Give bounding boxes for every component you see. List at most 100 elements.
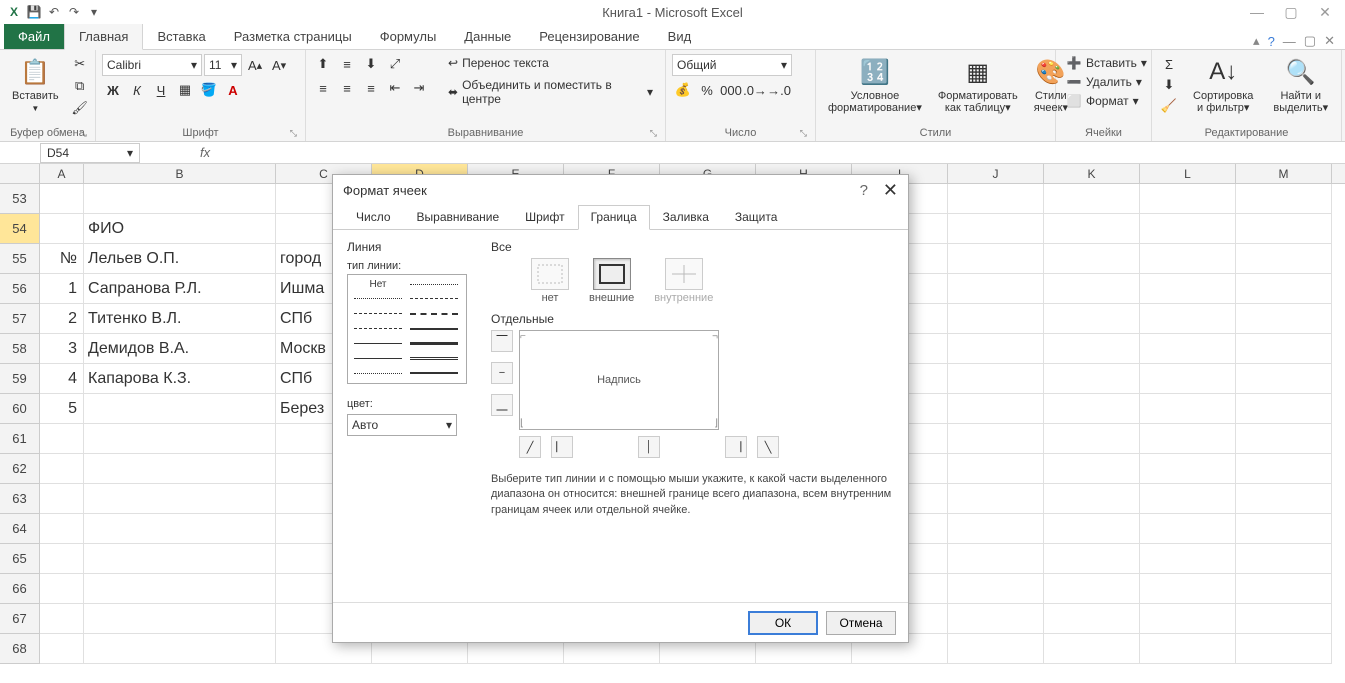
cell[interactable] [1236, 244, 1332, 274]
shrink-font-button[interactable]: A▾ [268, 55, 290, 75]
comma-button[interactable]: 000 [720, 80, 742, 100]
row-header[interactable]: 68 [0, 634, 40, 664]
find-select-button[interactable]: 🔍Найти и выделить▾ [1266, 54, 1335, 116]
cell[interactable] [84, 484, 276, 514]
cell[interactable] [1236, 304, 1332, 334]
dialog-titlebar[interactable]: Формат ячеек ? ✕ [333, 175, 908, 205]
cell[interactable] [948, 604, 1044, 634]
border-right-button[interactable]: ⎹ [725, 436, 747, 458]
border-left-button[interactable]: ⎸ [551, 436, 573, 458]
cell[interactable] [1044, 394, 1140, 424]
cell[interactable] [1140, 184, 1236, 214]
fill-button[interactable]: ⬇ [1158, 75, 1180, 95]
cell[interactable] [1044, 304, 1140, 334]
cell[interactable] [40, 424, 84, 454]
font-name-select[interactable]: Calibri▾ [102, 54, 202, 76]
font-size-select[interactable]: 11▾ [204, 54, 242, 76]
preset-outline[interactable]: внешние [589, 258, 634, 304]
merge-center-button[interactable]: ⬌Объединить и поместить в центре▾ [442, 76, 659, 108]
ribbon-min-icon[interactable]: ▴ [1253, 33, 1260, 49]
column-header[interactable]: A [40, 164, 84, 183]
minimize-button[interactable]: — [1247, 3, 1267, 21]
cell[interactable] [1236, 574, 1332, 604]
cell[interactable] [948, 184, 1044, 214]
fx-icon[interactable]: fx [200, 145, 210, 160]
line-style-option[interactable] [406, 322, 462, 336]
cell[interactable] [40, 544, 84, 574]
cell[interactable]: 4 [40, 364, 84, 394]
cell[interactable] [1140, 604, 1236, 634]
row-header[interactable]: 54 [0, 214, 40, 244]
cell[interactable] [1140, 364, 1236, 394]
maximize-button[interactable]: ▢ [1281, 3, 1301, 21]
cell[interactable] [1236, 424, 1332, 454]
decrease-decimal-button[interactable]: →.0 [768, 80, 790, 100]
column-header[interactable]: K [1044, 164, 1140, 183]
cell[interactable] [1140, 334, 1236, 364]
cell[interactable] [1140, 214, 1236, 244]
cell[interactable] [948, 274, 1044, 304]
cell[interactable] [1140, 274, 1236, 304]
underline-button[interactable]: Ч [150, 80, 172, 100]
row-header[interactable]: 59 [0, 364, 40, 394]
cell[interactable] [1140, 304, 1236, 334]
cell[interactable] [948, 394, 1044, 424]
launcher-icon[interactable]: ⤡ [80, 128, 87, 139]
row-header[interactable]: 53 [0, 184, 40, 214]
preset-none[interactable]: нет [531, 258, 569, 304]
formula-input[interactable] [218, 143, 1345, 163]
line-style-option[interactable] [406, 366, 462, 380]
cell[interactable] [1140, 544, 1236, 574]
row-header[interactable]: 61 [0, 424, 40, 454]
cell[interactable]: № [40, 244, 84, 274]
column-header[interactable]: B [84, 164, 276, 183]
row-header[interactable]: 63 [0, 484, 40, 514]
cell[interactable]: Капарова К.З. [84, 364, 276, 394]
percent-button[interactable]: % [696, 80, 718, 100]
row-header[interactable]: 67 [0, 604, 40, 634]
cell[interactable] [1236, 484, 1332, 514]
tab-data[interactable]: Данные [450, 24, 525, 49]
name-box[interactable]: D54▾ [40, 143, 140, 163]
cell[interactable]: Лельев О.П. [84, 244, 276, 274]
launcher-icon[interactable]: ⤡ [650, 128, 657, 139]
grow-font-button[interactable]: A▴ [244, 55, 266, 75]
border-vmiddle-button[interactable]: │ [638, 436, 660, 458]
clear-button[interactable]: 🧹 [1158, 96, 1180, 116]
align-left-button[interactable]: ≡ [312, 78, 334, 98]
cell[interactable] [1044, 574, 1140, 604]
line-style-option[interactable] [406, 351, 462, 365]
cell[interactable] [40, 214, 84, 244]
increase-decimal-button[interactable]: .0→ [744, 80, 766, 100]
preset-inside[interactable]: внутренние [654, 258, 713, 304]
cell[interactable] [1044, 184, 1140, 214]
cell[interactable] [1236, 274, 1332, 304]
cell[interactable]: 1 [40, 274, 84, 304]
border-diag-up-button[interactable]: ╱ [519, 436, 541, 458]
cell[interactable] [40, 574, 84, 604]
cell[interactable] [1044, 364, 1140, 394]
cell[interactable] [948, 214, 1044, 244]
cell[interactable] [84, 634, 276, 664]
insert-cells-button[interactable]: ➕Вставить▾ [1062, 54, 1151, 72]
line-style-option[interactable] [350, 336, 406, 350]
cell[interactable] [1140, 244, 1236, 274]
align-middle-button[interactable]: ≡ [336, 54, 358, 74]
row-header[interactable]: 58 [0, 334, 40, 364]
cell[interactable] [1044, 244, 1140, 274]
cell[interactable] [40, 634, 84, 664]
cell[interactable] [1140, 424, 1236, 454]
cell[interactable] [1044, 424, 1140, 454]
dialog-help-button[interactable]: ? [860, 182, 868, 199]
tab-formulas[interactable]: Формулы [366, 24, 451, 49]
number-format-select[interactable]: Общий▾ [672, 54, 792, 76]
row-header[interactable]: 60 [0, 394, 40, 424]
border-preview[interactable]: Надпись ⌐ ¬ ⌊ ⌋ [519, 330, 719, 430]
dialog-tab[interactable]: Число [343, 205, 404, 229]
line-style-picker[interactable]: Нет [347, 274, 467, 384]
cell[interactable]: ФИО [84, 214, 276, 244]
align-bottom-button[interactable]: ⬇ [360, 54, 382, 74]
redo-icon[interactable]: ↷ [66, 4, 82, 20]
border-hmiddle-button[interactable]: − [491, 362, 513, 384]
format-as-table-button[interactable]: ▦Форматировать как таблицу▾ [932, 54, 1024, 116]
